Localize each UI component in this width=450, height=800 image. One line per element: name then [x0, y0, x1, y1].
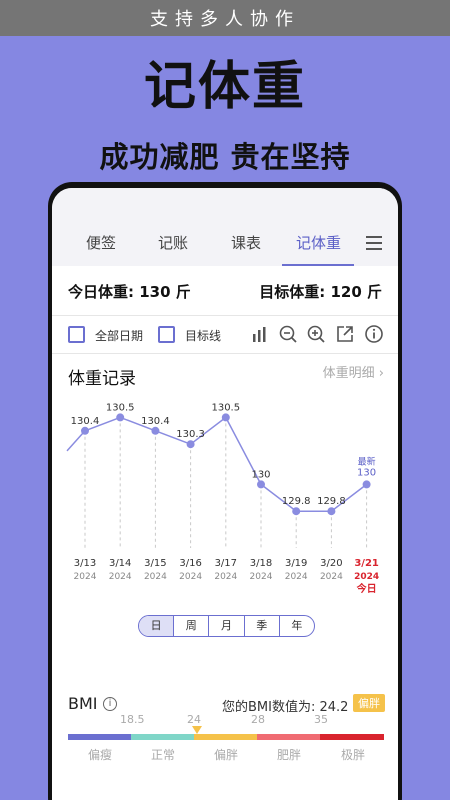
x-tick-date: 3/18 [250, 558, 272, 569]
data-point [151, 426, 160, 435]
x-tick-date: 3/14 [109, 558, 131, 569]
info-icon[interactable] [364, 324, 384, 344]
bmi-segment-severe [320, 734, 384, 740]
data-label: 130 [251, 469, 270, 480]
bmi-marker [192, 726, 202, 734]
data-point [362, 480, 371, 489]
data-point [292, 507, 301, 516]
weight-summary: 今日体重: 130 斤 目标体重: 120 斤 [52, 266, 398, 316]
bmi-category-severe: 极胖 [341, 748, 366, 762]
bmi-tick: 35 [314, 713, 328, 726]
bmi-segment-underweight [68, 734, 131, 740]
x-tick-year: 2024 [179, 572, 202, 582]
x-tick-date: 3/19 [285, 558, 307, 569]
bmi-category-overweight: 偏胖 [214, 748, 239, 762]
x-tick-year: 2024 [109, 572, 132, 582]
data-label: 130.5 [106, 402, 135, 413]
bmi-value: 您的BMI数值为: 24.2 [222, 700, 349, 715]
today-label: 今日 [356, 582, 377, 595]
bmi-category-normal: 正常 [151, 748, 176, 762]
x-tick-date: 3/15 [144, 558, 166, 569]
bmi-status-badge: 偏胖 [353, 694, 385, 712]
options-row: 全部日期 目标线 [52, 316, 398, 354]
hero-subtitle: 成功减肥 贵在坚持 [99, 140, 351, 174]
all-dates-label: 全部日期 [95, 329, 144, 343]
data-point [257, 480, 265, 489]
period-year[interactable]: 年 [278, 616, 314, 636]
x-tick-date: 3/17 [215, 558, 237, 569]
bmi-category-obese: 肥胖 [277, 748, 302, 762]
period-day[interactable]: 日 [139, 616, 174, 636]
top-banner: 支持多人协作 [0, 0, 450, 36]
period-month[interactable]: 月 [208, 616, 243, 636]
x-tick-year: 2024 [214, 572, 237, 582]
tab-bar: 便签 记账 课表 记体重 [52, 188, 398, 266]
bmi-tick: 28 [251, 713, 265, 726]
period-selector: 日 周 月 季 年 [138, 615, 315, 637]
target-weight: 目标体重: 120 斤 [259, 283, 382, 301]
data-point [81, 426, 89, 435]
bmi-segment-normal [131, 734, 194, 740]
target-line-checkbox[interactable] [158, 326, 175, 343]
today-weight: 今日体重: 130 斤 [68, 283, 191, 301]
data-label: 129.8 [282, 496, 311, 507]
zoom-in-icon[interactable] [306, 324, 326, 344]
data-label: 130 [357, 467, 376, 478]
tab-weight[interactable]: 记体重 [296, 232, 341, 253]
export-icon[interactable] [335, 324, 355, 344]
data-label: 130.4 [141, 416, 170, 427]
weight-detail-label: 体重明细 [322, 366, 375, 381]
x-tick-year: 2024 [144, 572, 167, 582]
menu-icon[interactable] [366, 236, 382, 250]
data-point [186, 440, 195, 449]
period-quarter[interactable]: 季 [243, 616, 279, 636]
data-point [327, 507, 336, 516]
weight-detail-link[interactable]: 体重明细 › [323, 362, 384, 381]
data-point [116, 413, 125, 422]
all-dates-checkbox[interactable] [68, 326, 85, 343]
x-tick-date: 3/21 [354, 558, 379, 569]
zoom-out-icon[interactable] [278, 324, 298, 344]
app-screen: 便签 记账 课表 记体重 今日体重: 130 斤 目标体重: 120 斤 全部日… [52, 188, 398, 800]
x-tick-year: 2024 [250, 572, 273, 582]
x-tick-year: 2024 [320, 572, 343, 582]
series-line-lead [66, 430, 86, 452]
data-label: 130.5 [211, 402, 240, 413]
tab-accounting[interactable]: 记账 [158, 232, 188, 253]
tab-schedule[interactable]: 课表 [231, 232, 261, 253]
period-week[interactable]: 周 [173, 616, 208, 636]
info-icon[interactable]: i [103, 697, 117, 711]
bmi-segment-overweight [194, 734, 257, 740]
bmi-category-underweight: 偏瘦 [88, 748, 113, 762]
data-label: 130.4 [71, 416, 100, 427]
data-point [221, 413, 230, 422]
bmi-tick: 18.5 [120, 713, 145, 726]
hero-title: 记体重 [143, 57, 306, 117]
target-line-label: 目标线 [185, 329, 222, 343]
bmi-segment-obese [257, 734, 320, 740]
x-tick-date: 3/13 [74, 558, 96, 569]
bmi-tick: 24 [187, 713, 201, 726]
banner-text: 支持多人协作 [150, 9, 300, 30]
tab-notes[interactable]: 便签 [86, 232, 116, 253]
data-label: 130.3 [176, 429, 205, 440]
chevron-right-icon: › [378, 366, 384, 381]
x-tick-date: 3/16 [179, 558, 201, 569]
x-tick-date: 3/20 [320, 558, 342, 569]
latest-label: 最新 [358, 455, 376, 467]
bmi-title: BMI [68, 694, 98, 713]
x-tick-year: 2024 [74, 572, 97, 582]
x-tick-year: 2024 [285, 572, 308, 582]
bar-chart-icon[interactable] [250, 324, 270, 344]
data-label: 129.8 [317, 496, 346, 507]
x-tick-year: 2024 [354, 572, 379, 582]
weight-chart: 130.4 3/13 2024 130.5 3/14 2024 130.4 3/15 2024 1… [66, 402, 379, 595]
